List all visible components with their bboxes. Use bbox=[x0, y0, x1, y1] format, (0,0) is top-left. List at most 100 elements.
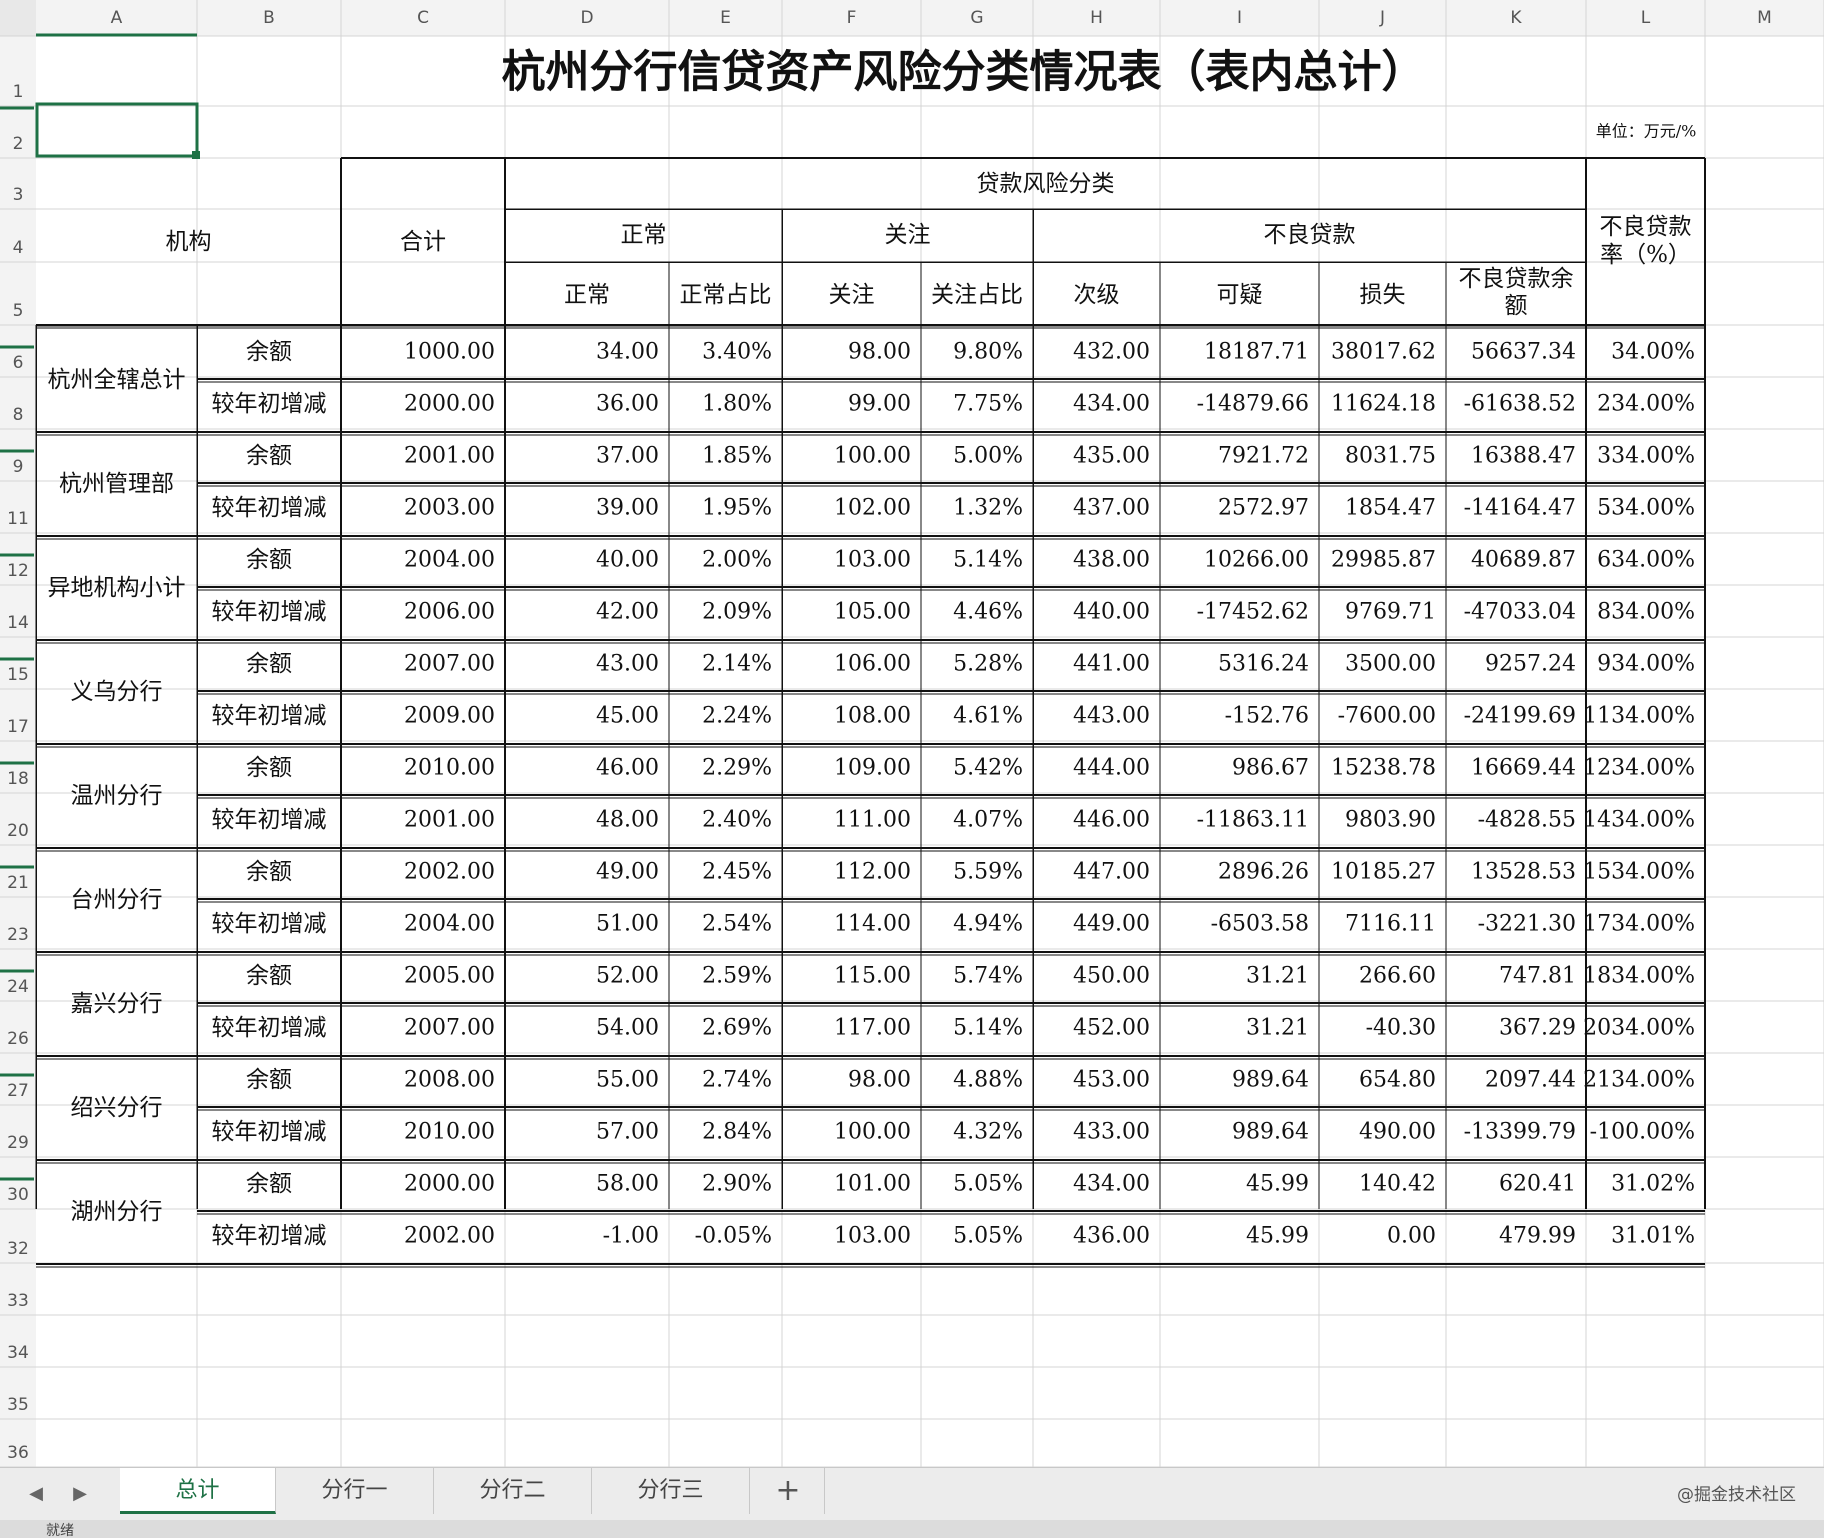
value-cell[interactable]: 2.69% bbox=[702, 1016, 772, 1041]
value-cell[interactable]: 112.00 bbox=[834, 860, 911, 885]
value-cell[interactable]: 54.00 bbox=[596, 1016, 659, 1041]
value-cell[interactable]: 31.02% bbox=[1611, 1172, 1695, 1197]
value-cell[interactable]: 2.09% bbox=[702, 600, 772, 625]
value-cell[interactable]: 2009.00 bbox=[404, 704, 495, 729]
value-cell[interactable]: 234.00% bbox=[1597, 392, 1695, 417]
value-cell[interactable]: -17452.62 bbox=[1197, 600, 1309, 625]
value-cell[interactable]: 2034.00% bbox=[1583, 1016, 1695, 1041]
value-cell[interactable]: 56637.34 bbox=[1471, 340, 1576, 365]
tab-分行二[interactable]: 分行二 bbox=[434, 1468, 592, 1514]
row-header-4[interactable]: 4 bbox=[13, 238, 24, 258]
column-header-M[interactable]: M bbox=[1757, 8, 1772, 28]
value-cell[interactable]: 2004.00 bbox=[404, 548, 495, 573]
value-cell[interactable]: 34.00% bbox=[1611, 340, 1695, 365]
value-cell[interactable]: 4.46% bbox=[953, 600, 1023, 625]
row-header-5[interactable]: 5 bbox=[13, 301, 24, 321]
value-cell[interactable]: -1.00 bbox=[603, 1224, 659, 1249]
value-cell[interactable]: 441.00 bbox=[1073, 652, 1150, 677]
value-cell[interactable]: 440.00 bbox=[1073, 600, 1150, 625]
value-cell[interactable]: 5316.24 bbox=[1218, 652, 1309, 677]
value-cell[interactable]: 2.54% bbox=[702, 912, 772, 937]
value-cell[interactable]: 534.00% bbox=[1597, 496, 1695, 521]
value-cell[interactable]: 16388.47 bbox=[1471, 444, 1576, 469]
row-header-23[interactable]: 23 bbox=[7, 925, 29, 945]
value-cell[interactable]: 2572.97 bbox=[1218, 496, 1309, 521]
value-cell[interactable]: 15238.78 bbox=[1331, 756, 1436, 781]
value-cell[interactable]: 2010.00 bbox=[404, 756, 495, 781]
value-cell[interactable]: 1.32% bbox=[953, 496, 1023, 521]
value-cell[interactable]: 2000.00 bbox=[404, 1172, 495, 1197]
value-cell[interactable]: 2006.00 bbox=[404, 600, 495, 625]
row-header-24[interactable]: 24 bbox=[7, 977, 29, 997]
value-cell[interactable]: 7921.72 bbox=[1218, 444, 1309, 469]
value-cell[interactable]: 2010.00 bbox=[404, 1120, 495, 1145]
value-cell[interactable]: 620.41 bbox=[1499, 1172, 1576, 1197]
column-header-D[interactable]: D bbox=[580, 8, 593, 28]
value-cell[interactable]: 100.00 bbox=[834, 1120, 911, 1145]
value-cell[interactable]: 114.00 bbox=[834, 912, 911, 937]
value-cell[interactable]: 986.67 bbox=[1232, 756, 1309, 781]
value-cell[interactable]: 1134.00% bbox=[1583, 704, 1695, 729]
row-header-20[interactable]: 20 bbox=[7, 821, 29, 841]
tab-分行三[interactable]: 分行三 bbox=[592, 1468, 750, 1514]
value-cell[interactable]: 2001.00 bbox=[404, 444, 495, 469]
value-cell[interactable]: 1834.00% bbox=[1583, 964, 1695, 989]
value-cell[interactable]: 16669.44 bbox=[1471, 756, 1576, 781]
value-cell[interactable]: 4.94% bbox=[953, 912, 1023, 937]
value-cell[interactable]: 334.00% bbox=[1597, 444, 1695, 469]
value-cell[interactable]: 2.59% bbox=[702, 964, 772, 989]
value-cell[interactable]: 435.00 bbox=[1073, 444, 1150, 469]
column-header-I[interactable]: I bbox=[1237, 8, 1242, 28]
value-cell[interactable]: 4.61% bbox=[953, 704, 1023, 729]
value-cell[interactable]: 18187.71 bbox=[1204, 340, 1309, 365]
row-header-1[interactable]: 1 bbox=[13, 82, 24, 102]
value-cell[interactable]: 117.00 bbox=[834, 1016, 911, 1041]
row-header-15[interactable]: 15 bbox=[7, 665, 29, 685]
value-cell[interactable]: 9769.71 bbox=[1345, 600, 1436, 625]
value-cell[interactable]: -0.05% bbox=[695, 1224, 772, 1249]
scroll-right-icon[interactable]: ▶ bbox=[68, 1482, 92, 1506]
row-header-34[interactable]: 34 bbox=[7, 1343, 29, 1363]
value-cell[interactable]: 2008.00 bbox=[404, 1068, 495, 1093]
value-cell[interactable]: 452.00 bbox=[1073, 1016, 1150, 1041]
row-header-32[interactable]: 32 bbox=[7, 1239, 29, 1259]
value-cell[interactable]: 654.80 bbox=[1359, 1068, 1436, 1093]
value-cell[interactable]: -3221.30 bbox=[1478, 912, 1576, 937]
value-cell[interactable]: 2003.00 bbox=[404, 496, 495, 521]
column-header-L[interactable]: L bbox=[1641, 8, 1651, 28]
value-cell[interactable]: 9803.90 bbox=[1345, 808, 1436, 833]
value-cell[interactable]: 2005.00 bbox=[404, 964, 495, 989]
value-cell[interactable]: -100.00% bbox=[1590, 1120, 1695, 1145]
value-cell[interactable]: 11624.18 bbox=[1331, 392, 1436, 417]
value-cell[interactable]: 434.00 bbox=[1073, 1172, 1150, 1197]
value-cell[interactable]: -47033.04 bbox=[1464, 600, 1576, 625]
column-header-A[interactable]: A bbox=[111, 8, 123, 28]
value-cell[interactable]: 7.75% bbox=[953, 392, 1023, 417]
value-cell[interactable]: 1734.00% bbox=[1583, 912, 1695, 937]
value-cell[interactable]: 1.85% bbox=[702, 444, 772, 469]
value-cell[interactable]: 432.00 bbox=[1073, 340, 1150, 365]
value-cell[interactable]: 103.00 bbox=[834, 1224, 911, 1249]
value-cell[interactable]: 109.00 bbox=[834, 756, 911, 781]
value-cell[interactable]: 1000.00 bbox=[404, 340, 495, 365]
value-cell[interactable]: 45.99 bbox=[1246, 1172, 1309, 1197]
row-header-33[interactable]: 33 bbox=[7, 1291, 29, 1311]
selected-cell[interactable] bbox=[35, 102, 199, 158]
value-cell[interactable]: -40.30 bbox=[1366, 1016, 1436, 1041]
value-cell[interactable]: 98.00 bbox=[848, 1068, 911, 1093]
value-cell[interactable]: 434.00 bbox=[1073, 392, 1150, 417]
value-cell[interactable]: 29985.87 bbox=[1331, 548, 1436, 573]
value-cell[interactable]: 479.99 bbox=[1499, 1224, 1576, 1249]
spreadsheet-grid[interactable]: A B C D E F G H I J K L M123456891112141517182021232… bbox=[0, 0, 1824, 1467]
value-cell[interactable]: 115.00 bbox=[834, 964, 911, 989]
value-cell[interactable]: 1.95% bbox=[702, 496, 772, 521]
value-cell[interactable]: 447.00 bbox=[1073, 860, 1150, 885]
value-cell[interactable]: 10266.00 bbox=[1204, 548, 1309, 573]
value-cell[interactable]: 2.45% bbox=[702, 860, 772, 885]
value-cell[interactable]: 10185.27 bbox=[1331, 860, 1436, 885]
value-cell[interactable]: 934.00% bbox=[1597, 652, 1695, 677]
value-cell[interactable]: 99.00 bbox=[848, 392, 911, 417]
column-header-K[interactable]: K bbox=[1510, 8, 1522, 28]
value-cell[interactable]: 98.00 bbox=[848, 340, 911, 365]
value-cell[interactable]: 48.00 bbox=[596, 808, 659, 833]
